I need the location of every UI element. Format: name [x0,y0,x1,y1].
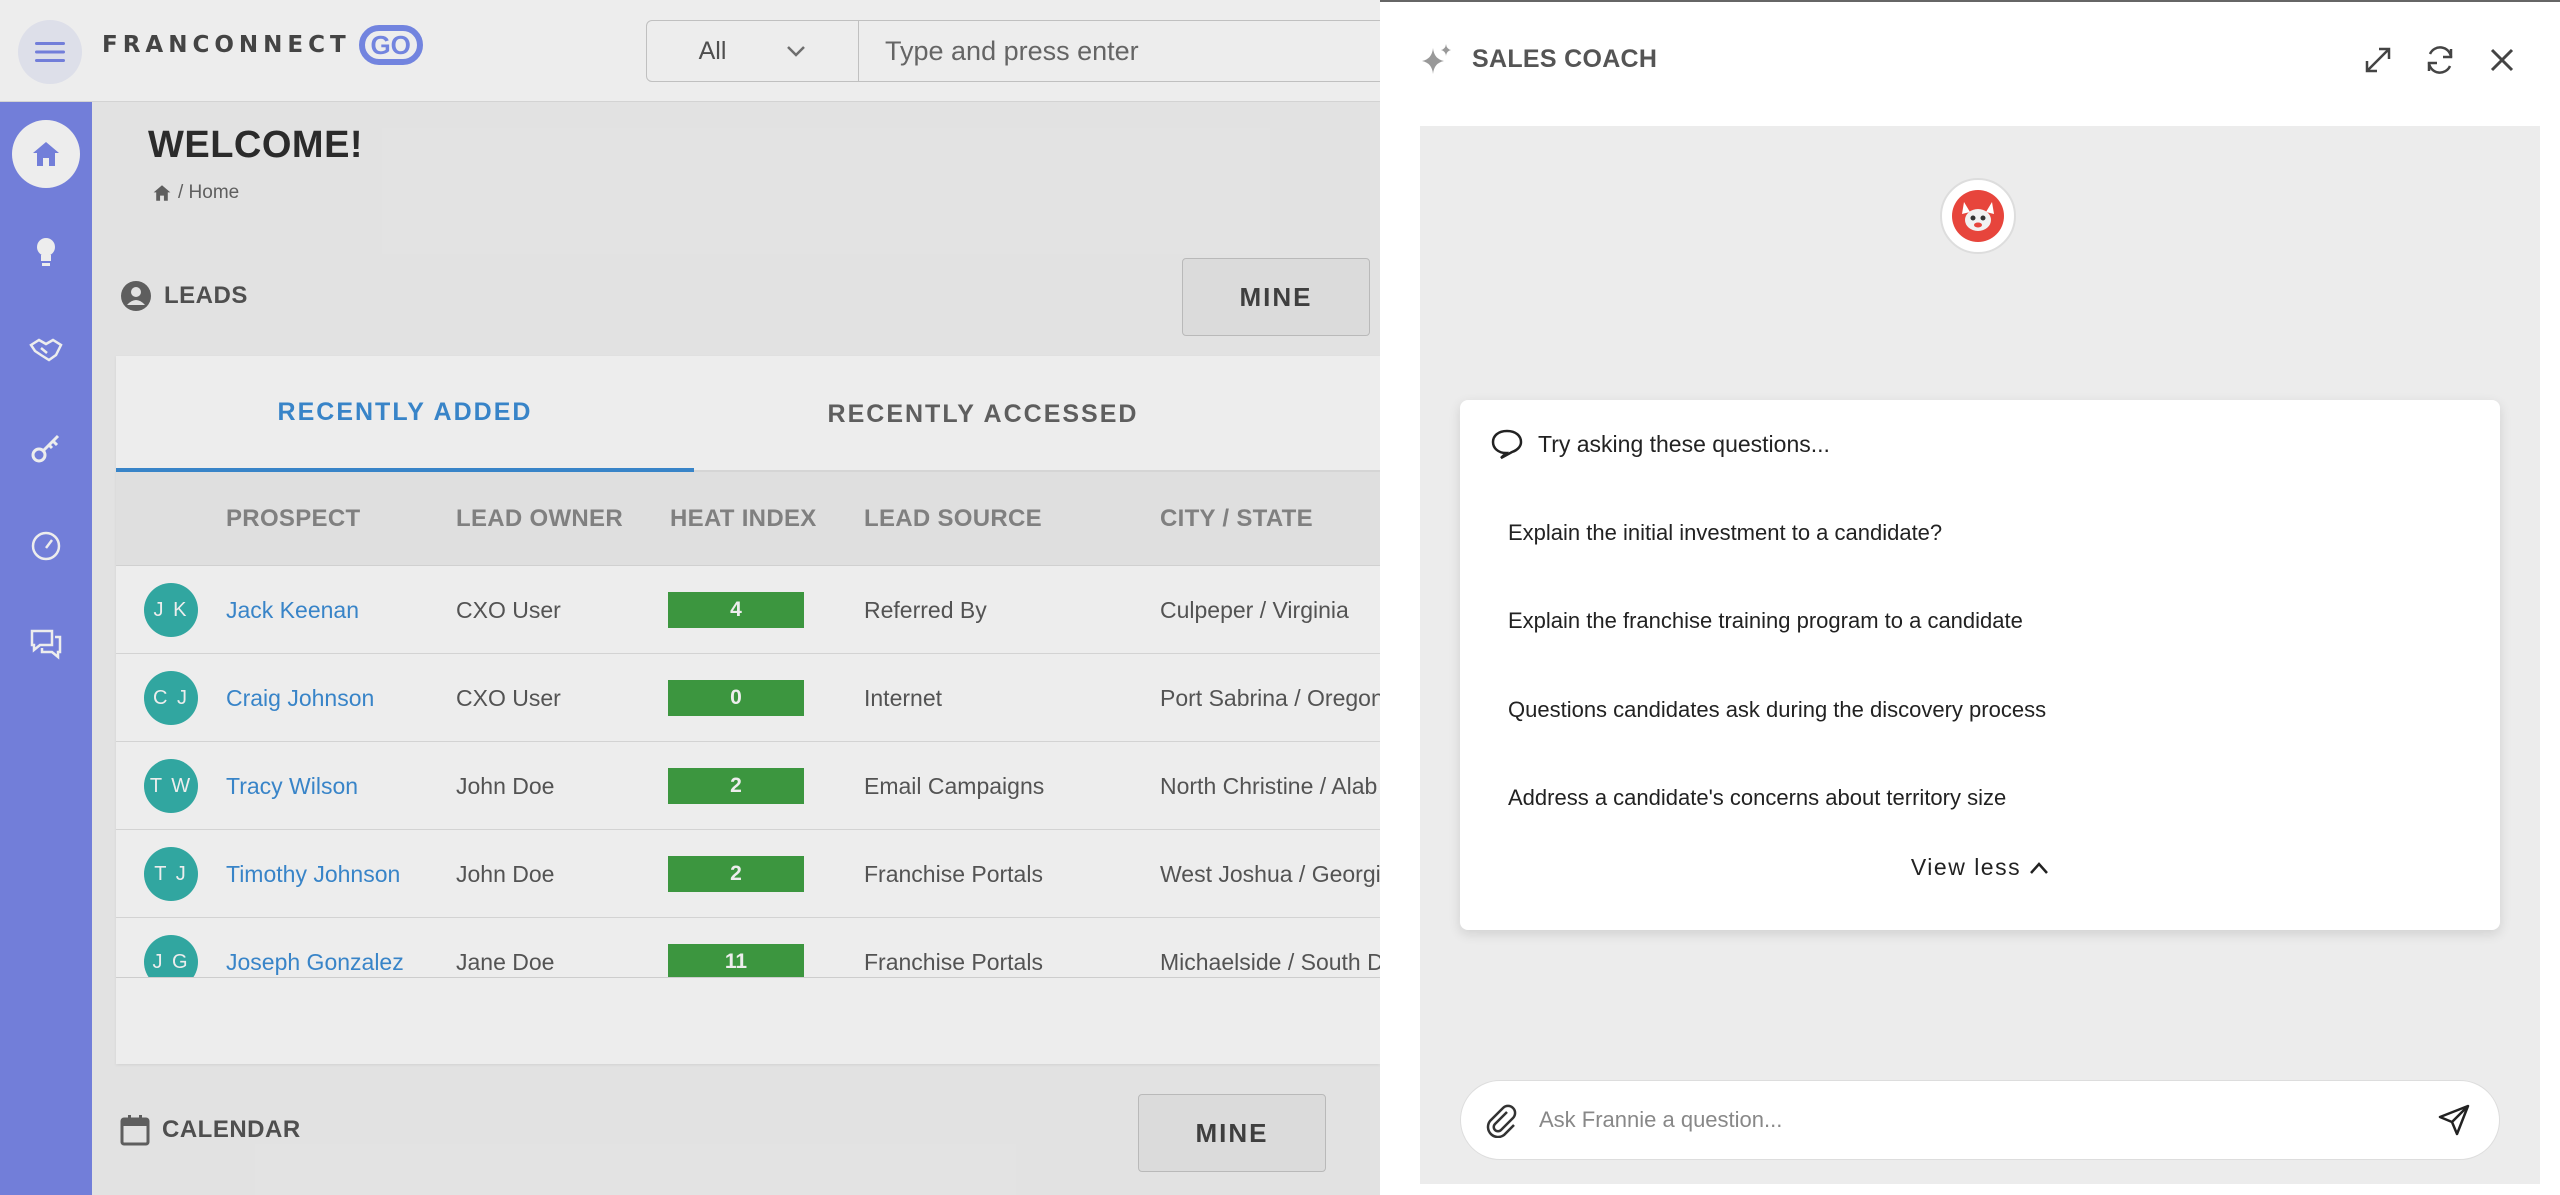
view-less-button[interactable]: View less [1460,854,2500,881]
expand-button[interactable] [2360,42,2396,78]
panel-header: SALES COACH [1420,42,1657,76]
paperclip-icon [1486,1104,1517,1138]
suggested-question[interactable]: Explain the initial investment to a cand… [1508,520,1942,546]
panel-title: SALES COACH [1472,44,1658,73]
view-less-label: View less [1910,854,2022,880]
chevron-up-icon [2030,861,2049,874]
send-icon [2438,1104,2470,1136]
speech-bubble-icon [1491,429,1523,460]
modal-backdrop[interactable] [0,0,1380,1195]
send-button[interactable] [2437,1103,2471,1137]
suggested-question[interactable]: Explain the franchise training program t… [1508,608,2023,634]
refresh-icon [2427,46,2453,74]
close-icon [2490,48,2514,72]
chat-area: Try asking these questions... Explain th… [1420,126,2540,1184]
suggested-question[interactable]: Address a candidate's concerns about ter… [1508,785,2006,811]
suggested-questions-card: Try asking these questions... Explain th… [1460,400,2500,930]
sparkle-icon [1422,44,1451,74]
suggested-question[interactable]: Questions candidates ask during the disc… [1508,697,2046,723]
panel-controls [2360,42,2520,78]
expand-icon [2365,47,2391,73]
attach-button[interactable] [1483,1102,1519,1138]
suggested-questions-header: Try asking these questions... [1490,428,1830,460]
sales-coach-panel: SALES COACH Try asking these questions..… [1380,0,2560,1195]
bot-mascot-icon [1952,190,2004,242]
close-button[interactable] [2484,42,2520,78]
suggested-questions-heading: Try asking these questions... [1538,430,1830,457]
frannie-avatar [1940,178,2016,254]
ask-bar [1460,1080,2500,1160]
ask-input[interactable] [1539,1107,2437,1133]
refresh-button[interactable] [2422,42,2458,78]
